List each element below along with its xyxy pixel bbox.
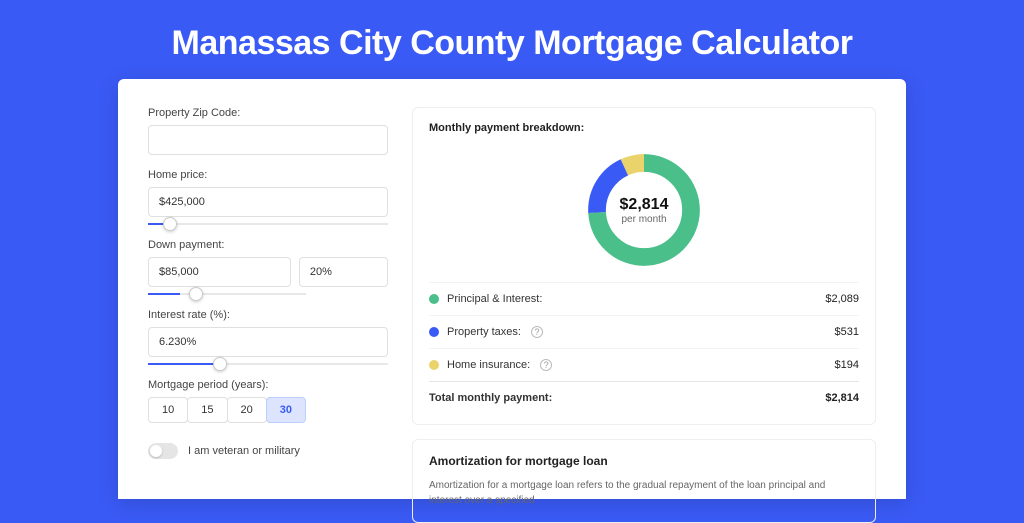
- legend-row-insurance: Home insurance: ? $194: [429, 348, 859, 381]
- period-label: Mortgage period (years):: [148, 379, 388, 391]
- period-field: Mortgage period (years): 10 15 20 30: [148, 379, 388, 423]
- legend-value: $2,089: [825, 293, 859, 305]
- home-price-field: Home price:: [148, 169, 388, 225]
- rate-label: Interest rate (%):: [148, 309, 388, 321]
- zip-input[interactable]: [148, 125, 388, 155]
- donut-sub: per month: [621, 214, 666, 225]
- donut-value: $2,814: [620, 196, 669, 214]
- amortization-card: Amortization for mortgage loan Amortizat…: [412, 439, 876, 523]
- legend-value: $194: [835, 359, 859, 371]
- slider-thumb[interactable]: [163, 217, 177, 231]
- slider-thumb[interactable]: [213, 357, 227, 371]
- dot-icon: [429, 327, 439, 337]
- zip-label: Property Zip Code:: [148, 107, 388, 119]
- amortization-title: Amortization for mortgage loan: [429, 454, 859, 468]
- rate-field: Interest rate (%):: [148, 309, 388, 365]
- period-btn-10[interactable]: 10: [148, 397, 188, 423]
- results-panel: Monthly payment breakdown: $2,814 per mo…: [412, 107, 876, 471]
- amortization-text: Amortization for a mortgage loan refers …: [429, 478, 859, 508]
- legend-value: $531: [835, 326, 859, 338]
- legend-label: Property taxes:: [447, 326, 521, 338]
- home-price-input[interactable]: [148, 187, 388, 217]
- veteran-label: I am veteran or military: [188, 445, 300, 457]
- help-icon[interactable]: ?: [540, 359, 552, 371]
- period-btn-15[interactable]: 15: [187, 397, 227, 423]
- donut-chart: $2,814 per month: [429, 144, 859, 282]
- legend-row-principal: Principal & Interest: $2,089: [429, 282, 859, 315]
- down-payment-field: Down payment:: [148, 239, 388, 295]
- dot-icon: [429, 360, 439, 370]
- zip-field: Property Zip Code:: [148, 107, 388, 155]
- legend-label: Principal & Interest:: [447, 293, 542, 305]
- legend-label: Home insurance:: [447, 359, 530, 371]
- breakdown-card: Monthly payment breakdown: $2,814 per mo…: [412, 107, 876, 425]
- slider-thumb[interactable]: [189, 287, 203, 301]
- total-value: $2,814: [825, 392, 859, 404]
- help-icon[interactable]: ?: [531, 326, 543, 338]
- down-payment-slider[interactable]: [148, 293, 306, 295]
- veteran-row: I am veteran or military: [148, 443, 388, 459]
- total-label: Total monthly payment:: [429, 392, 552, 404]
- rate-input[interactable]: [148, 327, 388, 357]
- down-payment-input[interactable]: [148, 257, 291, 287]
- down-payment-pct-input[interactable]: [299, 257, 388, 287]
- inputs-panel: Property Zip Code: Home price: Down paym…: [148, 107, 388, 471]
- dot-icon: [429, 294, 439, 304]
- home-price-label: Home price:: [148, 169, 388, 181]
- down-payment-label: Down payment:: [148, 239, 388, 251]
- calculator-card: Property Zip Code: Home price: Down paym…: [118, 79, 906, 499]
- breakdown-title: Monthly payment breakdown:: [429, 122, 859, 134]
- legend-row-taxes: Property taxes: ? $531: [429, 315, 859, 348]
- page-title: Manassas City County Mortgage Calculator: [0, 0, 1024, 79]
- home-price-slider[interactable]: [148, 223, 388, 225]
- legend-row-total: Total monthly payment: $2,814: [429, 381, 859, 414]
- rate-slider[interactable]: [148, 363, 388, 365]
- period-btn-20[interactable]: 20: [227, 397, 267, 423]
- period-btn-30[interactable]: 30: [266, 397, 306, 423]
- veteran-toggle[interactable]: [148, 443, 178, 459]
- period-buttons: 10 15 20 30: [148, 397, 388, 423]
